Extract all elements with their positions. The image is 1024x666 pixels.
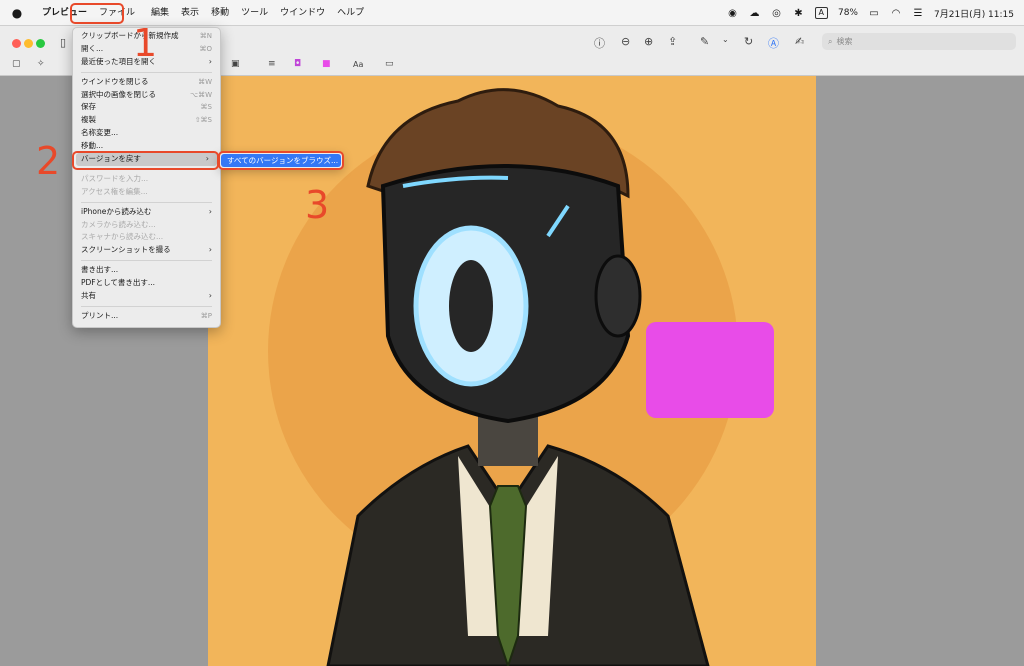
input-source-badge[interactable]: A — [814, 7, 828, 19]
chevron-right-icon: › — [208, 291, 212, 301]
menu-window[interactable]: ウインドウ — [274, 3, 331, 23]
zoom-window-button[interactable] — [36, 39, 45, 48]
chevron-down-icon[interactable]: ⌄ — [722, 35, 729, 44]
menu-item-save[interactable]: 保存 ⌘S — [73, 101, 220, 114]
status-area: ◉ ☁ ◎ ✱ A 78% ▭ ◠ ☰ 7月21日(月) 11:15 — [727, 0, 1014, 26]
menu-item-import-from-scanner: スキャナから読み込む... — [81, 232, 164, 242]
line-style-icon[interactable]: ≡ — [268, 59, 276, 69]
zoom-out-icon[interactable]: ⊖ — [621, 35, 630, 48]
border-color-icon[interactable]: ◘ — [294, 59, 301, 69]
markup-toggle-icon[interactable]: Ⓐ — [768, 35, 779, 51]
menu-item-export-as-pdf[interactable]: PDFとして書き出す... — [73, 277, 220, 290]
signature-icon[interactable]: ✍ — [795, 35, 804, 48]
apple-icon[interactable]: ● — [10, 6, 24, 20]
menu-item-print[interactable]: プリント... ⌘P — [73, 310, 220, 323]
menu-item-take-screenshot[interactable]: スクリーンショットを撮る › — [73, 244, 220, 257]
pink-rectangle-shape[interactable] — [646, 322, 774, 418]
control-center-icon[interactable]: ☰ — [912, 7, 924, 19]
sidebar-icon[interactable]: ▯ — [60, 36, 66, 49]
menu-go[interactable]: 移動 — [205, 3, 235, 23]
instant-alpha-icon[interactable]: ✧ — [37, 59, 45, 69]
bluetooth-icon[interactable]: ✱ — [793, 7, 805, 19]
selection-icon[interactable]: ▢ — [12, 59, 21, 69]
chevron-right-icon: › — [208, 245, 212, 255]
menu-item-import-from-iphone[interactable]: iPhoneから読み込む › — [73, 206, 220, 219]
menu-separator — [81, 305, 212, 307]
close-window-button[interactable] — [12, 39, 21, 48]
annotation-step-2: 2 — [36, 139, 61, 183]
menu-tools[interactable]: ツール — [235, 3, 274, 23]
minimize-window-button[interactable] — [24, 39, 33, 48]
file-menu-dropdown: クリップボードから新規作成 ⌘N 開く... ⌘O 最近使った項目を開く › ウインド… — [72, 27, 221, 328]
menu-item-edit-permissions: アクセス権を編集... — [81, 186, 148, 196]
menu-help[interactable]: ヘルプ — [331, 3, 370, 23]
search-placeholder: 検索 — [836, 37, 853, 46]
rotate-icon[interactable]: ↻ — [744, 35, 753, 48]
menu-item-export[interactable]: 書き出す... — [73, 264, 220, 277]
annotation-box-file-menu — [70, 3, 124, 24]
annotation-box-browse-versions — [218, 151, 344, 170]
creative-cloud-icon[interactable]: ◎ — [771, 7, 783, 19]
menu-separator — [81, 201, 212, 203]
annotation-step-1: 1 — [133, 21, 158, 65]
search-field[interactable]: ⌕ 検索 — [822, 33, 1016, 50]
markup-pen-icon[interactable]: ✎ — [700, 35, 709, 48]
info-icon[interactable]: ⓘ — [594, 35, 605, 51]
cloud-icon[interactable]: ☁ — [749, 7, 761, 19]
menu-view[interactable]: 表示 — [175, 3, 205, 23]
adjust-size-icon[interactable]: ▣ — [231, 59, 240, 69]
annotation-step-3: 3 — [305, 183, 330, 227]
record-icon[interactable]: ◉ — [727, 7, 739, 19]
note-icon[interactable]: ▭ — [385, 59, 394, 69]
menu-item-enter-password: パスワードを入力... — [81, 173, 149, 183]
menu-item-close-window[interactable]: ウインドウを閉じる ⌘W — [73, 76, 220, 89]
menu-item-import-from-camera: カメラから読み込む... — [81, 219, 156, 229]
share-icon[interactable]: ⇪ — [668, 35, 677, 48]
text-style-icon[interactable]: Aa — [353, 60, 363, 69]
menu-item-duplicate[interactable]: 複製 ⇧⌘S — [73, 114, 220, 127]
annotation-box-revert-item — [72, 151, 219, 170]
menu-separator — [81, 260, 212, 262]
wifi-icon[interactable]: ◠ — [890, 7, 902, 19]
menu-item-close-selected-image[interactable]: 選択中の画像を閉じる ⌥⌘W — [73, 89, 220, 102]
zoom-in-icon[interactable]: ⊕ — [644, 35, 653, 48]
menu-separator — [81, 71, 212, 73]
chevron-right-icon: › — [208, 206, 212, 216]
battery-icon[interactable]: ▭ — [868, 7, 880, 19]
search-icon: ⌕ — [828, 36, 833, 46]
clock[interactable]: 7月21日(月) 11:15 — [934, 7, 1014, 20]
menu-edit[interactable]: 編集 — [145, 3, 175, 23]
menu-item-rename[interactable]: 名称変更... — [73, 127, 220, 140]
menu-item-share[interactable]: 共有 › — [73, 290, 220, 303]
battery-percent: 78% — [837, 8, 858, 18]
chevron-right-icon: › — [208, 56, 212, 66]
fill-color-icon[interactable]: ■ — [322, 59, 331, 69]
